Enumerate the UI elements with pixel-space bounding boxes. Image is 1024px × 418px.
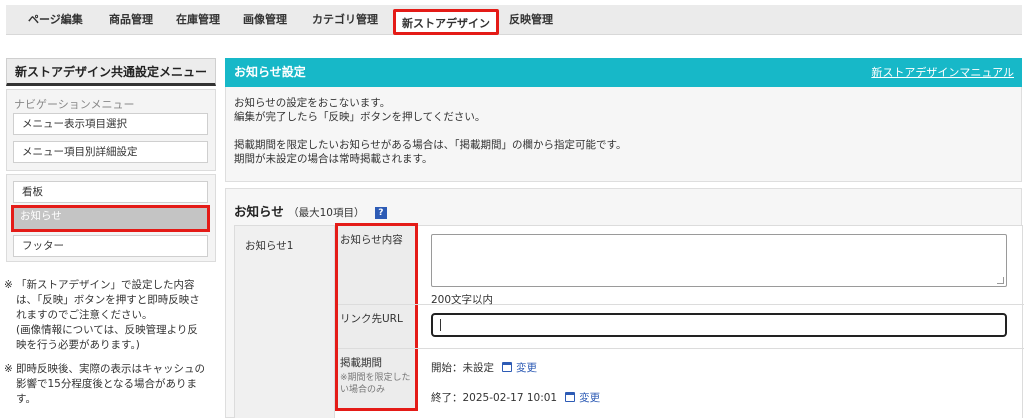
link-url-input[interactable] bbox=[431, 313, 1007, 337]
info-text: 編集が完了したら「反映」ボタンを押してください。 bbox=[234, 111, 486, 123]
tab-inventory-management[interactable]: 在庫管理 bbox=[176, 5, 220, 35]
tab-category-management[interactable]: カテゴリ管理 bbox=[312, 5, 378, 35]
sidebar-item-menu-display[interactable]: メニュー表示項目選択 bbox=[13, 113, 208, 135]
calendar-icon bbox=[565, 392, 576, 402]
sidebar-item-menu-detail[interactable]: メニュー項目別詳細設定 bbox=[13, 141, 208, 163]
sidebar-note-reflect: ※ 「新ストアデザイン」で設定した内容 は、「反映」ボタンを押すと即時反映さ れ… bbox=[4, 279, 200, 351]
main-header: お知らせ設定 新ストアデザインマニュアル bbox=[225, 58, 1022, 87]
tab-page-edit[interactable]: ページ編集 bbox=[28, 5, 83, 35]
note-mark: ※ bbox=[4, 279, 13, 291]
top-navigation: ページ編集 商品管理 在庫管理 画像管理 カテゴリ管理 新ストアデザイン 反映管… bbox=[0, 0, 1024, 40]
sidebar-title: 新ストアデザイン共通設定メニュー bbox=[6, 58, 216, 86]
calendar-icon bbox=[502, 362, 512, 372]
content-value-cell: 200文字以内 bbox=[415, 226, 1024, 306]
notice-row-label: お知らせ1 bbox=[235, 226, 335, 418]
content-label: お知らせ内容 bbox=[335, 226, 415, 305]
period-value-cell: 開始：未設定 変更 終了：2025-02-17 10:01 変更 bbox=[415, 349, 1024, 418]
tab-image-management[interactable]: 画像管理 bbox=[243, 5, 287, 35]
info-box: お知らせの設定をおこないます。 編集が完了したら「反映」ボタンを押してください。… bbox=[225, 87, 1022, 182]
help-icon[interactable]: ? bbox=[374, 207, 387, 219]
sidebar-item-signboard[interactable]: 看板 bbox=[13, 181, 208, 203]
notice-form-table: お知らせ1 お知らせ内容 リンク先URL 掲載期間 ※期間を限定したい場合のみ … bbox=[234, 223, 1024, 418]
text-caret bbox=[440, 319, 441, 331]
tab-product-management[interactable]: 商品管理 bbox=[109, 5, 153, 35]
info-text: お知らせの設定をおこないます。 bbox=[234, 97, 391, 109]
change-end-link[interactable]: 変更 bbox=[579, 392, 600, 404]
manual-link[interactable]: 新ストアデザインマニュアル bbox=[871, 58, 1014, 87]
note-mark: ※ bbox=[4, 363, 13, 375]
period-start: 開始：未設定 変更 bbox=[431, 362, 537, 374]
sidebar-item-footer[interactable]: フッター bbox=[13, 235, 208, 257]
section-title: お知らせ （最大10項目） ? bbox=[234, 201, 387, 220]
tab-new-store-design[interactable]: 新ストアデザイン bbox=[393, 9, 499, 35]
period-label-cell: 掲載期間 ※期間を限定したい場合のみ bbox=[335, 349, 415, 411]
notice-content-textarea[interactable] bbox=[431, 234, 1007, 287]
change-start-link[interactable]: 変更 bbox=[516, 362, 537, 374]
period-label: 掲載期間 bbox=[340, 357, 382, 369]
url-label: リンク先URL bbox=[335, 305, 415, 349]
field-label-column: お知らせ内容 リンク先URL 掲載期間 ※期間を限定したい場合のみ bbox=[335, 226, 415, 418]
sidebar-item-notice[interactable]: お知らせ bbox=[11, 205, 210, 232]
info-text: 期間が未設定の場合は常時掲載されます。 bbox=[234, 153, 433, 165]
page-title: お知らせ設定 bbox=[234, 65, 306, 79]
section-subtitle: （最大10項目） bbox=[288, 207, 365, 219]
tab-strip: ページ編集 商品管理 在庫管理 画像管理 カテゴリ管理 新ストアデザイン 反映管… bbox=[6, 5, 1022, 35]
info-text: 掲載期間を限定したいお知らせがある場合は、「掲載期間」の欄から指定可能です。 bbox=[234, 139, 627, 151]
period-end: 終了：2025-02-17 10:01 変更 bbox=[431, 392, 601, 404]
resize-grip-icon[interactable] bbox=[997, 277, 1004, 284]
url-value-cell bbox=[415, 305, 1024, 349]
period-note: ※期間を限定したい場合のみ bbox=[340, 373, 411, 395]
sidebar-note-cache: ※ 即時反映後、実際の表示はキャッシュの 影響で15分程度後となる場合がありま … bbox=[4, 363, 205, 405]
sidebar-nav-heading: ナビゲーションメニュー bbox=[14, 98, 135, 111]
tab-publish-management[interactable]: 反映管理 bbox=[509, 5, 553, 35]
notice-section: お知らせ （最大10項目） ? お知らせ1 お知らせ内容 リンク先URL 掲載期… bbox=[225, 188, 1024, 418]
